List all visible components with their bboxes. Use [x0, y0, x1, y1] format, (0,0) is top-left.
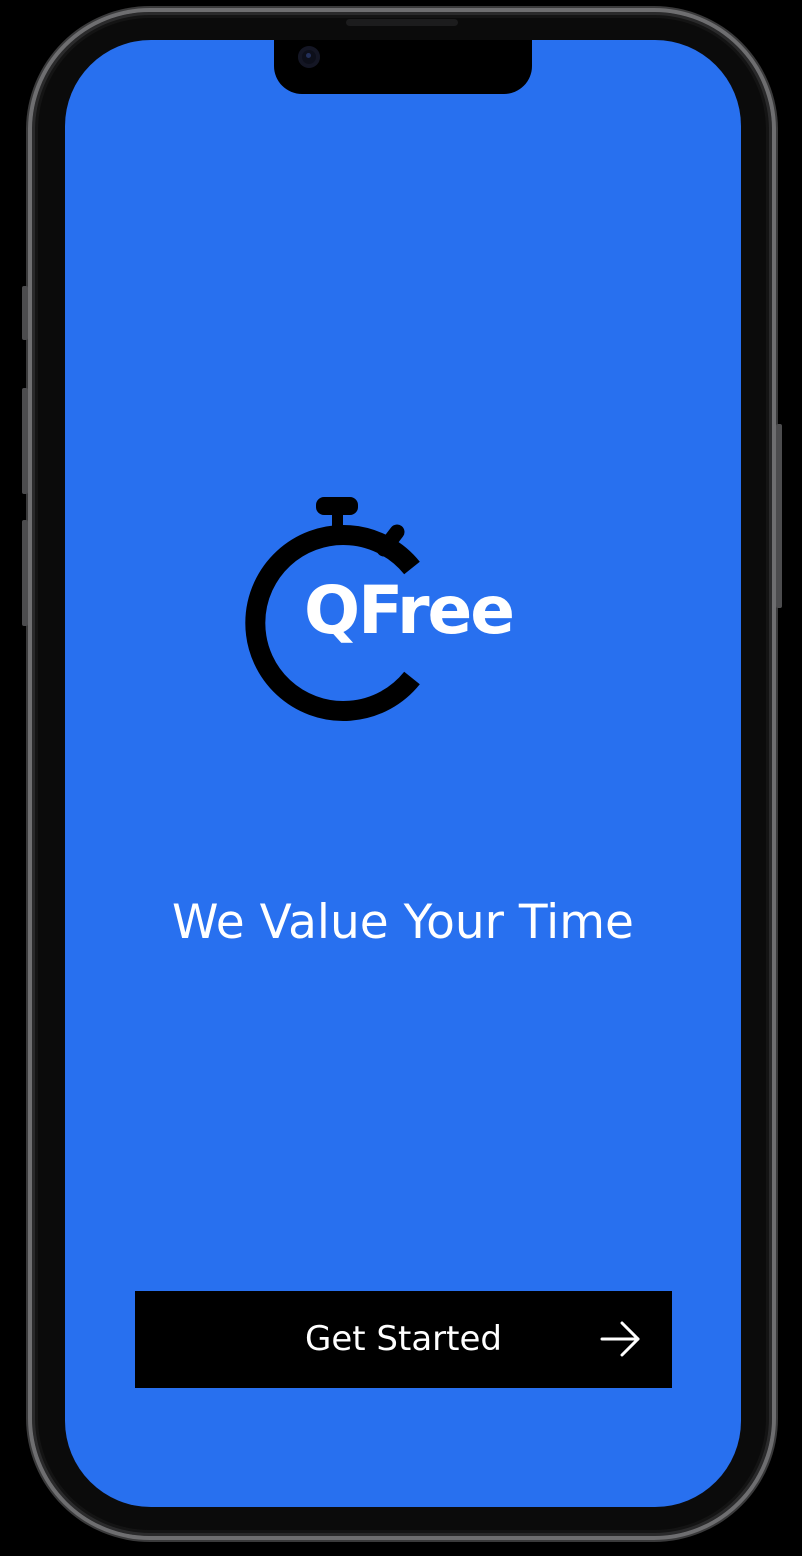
arrow-right-icon: [600, 1321, 640, 1357]
volume-up-button: [22, 388, 28, 494]
volume-down-button: [22, 520, 28, 626]
app-screen: [65, 40, 741, 1507]
get-started-button[interactable]: Get Started: [135, 1291, 672, 1388]
get-started-label: Get Started: [305, 1319, 502, 1359]
tagline: We Value Your Time: [172, 895, 634, 950]
mute-switch: [22, 286, 28, 340]
logo-wordmark: QFree: [304, 572, 515, 649]
speaker-grille: [346, 19, 458, 26]
front-camera: [298, 46, 320, 68]
power-button: [776, 424, 782, 608]
device-mockup: QFree We Value Your Time Get Started: [0, 0, 802, 1556]
app-logo: QFree: [232, 490, 552, 730]
